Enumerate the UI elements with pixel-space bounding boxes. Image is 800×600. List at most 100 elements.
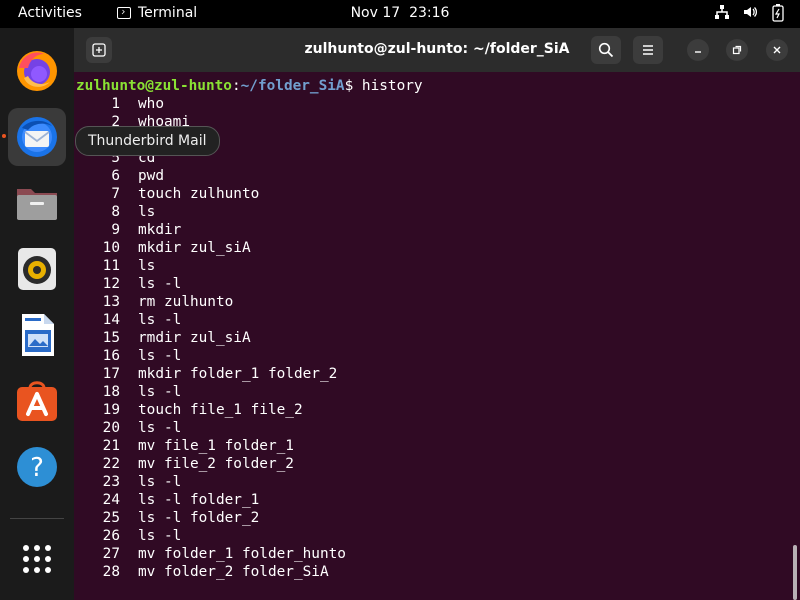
minimize-icon (695, 51, 701, 53)
app-menu[interactable]: Terminal (117, 5, 197, 21)
volume-icon (742, 4, 758, 22)
history-command: ls -l (138, 528, 182, 544)
history-command: ls -l (138, 348, 182, 364)
dock-item-help[interactable]: ? (8, 438, 66, 496)
dock-item-firefox[interactable] (8, 42, 66, 100)
history-number: 23 (102, 474, 120, 490)
svg-text:?: ? (30, 453, 44, 483)
writer-icon (22, 314, 54, 356)
dock-item-software[interactable] (8, 372, 66, 430)
history-command: pwd (138, 168, 164, 184)
dock-item-rhythmbox[interactable] (8, 240, 66, 298)
prompt-path: ~/folder_SiA (240, 78, 345, 94)
activities-button[interactable]: Activities (18, 5, 82, 21)
history-command: touch file_1 file_2 (138, 402, 303, 418)
history-number: 22 (102, 456, 120, 472)
history-number: 17 (102, 366, 120, 382)
history-number: 12 (102, 276, 120, 292)
history-command: ls -l folder_1 (138, 492, 260, 508)
history-command: rm zulhunto (138, 294, 234, 310)
history-number: 25 (102, 510, 120, 526)
history-command: ls -l (138, 420, 182, 436)
history-command: ls (138, 204, 156, 220)
hamburger-icon (643, 45, 653, 55)
software-icon (17, 381, 57, 421)
new-tab-icon (92, 43, 106, 57)
clock-button[interactable]: Nov 17 23:16 (351, 5, 450, 21)
dock: ? (0, 28, 74, 600)
app-grid-icon (23, 545, 51, 573)
history-command: who (138, 96, 164, 112)
history-number: 14 (102, 312, 120, 328)
history-command: ls -l (138, 276, 182, 292)
history-command: mkdir zul_siA (138, 240, 251, 256)
history-number: 8 (111, 204, 120, 220)
rhythmbox-icon (18, 248, 56, 290)
prompt-userhost: zulhunto@zul-hunto (76, 78, 232, 94)
restore-icon (732, 45, 742, 55)
close-button[interactable] (766, 39, 788, 61)
history-number: 28 (102, 564, 120, 580)
battery-icon (770, 4, 786, 22)
running-indicator (2, 134, 6, 138)
thunderbird-icon (17, 117, 57, 157)
firefox-icon (17, 51, 57, 91)
history-command: mv folder_2 folder_SiA (138, 564, 329, 580)
history-command: ls -l (138, 312, 182, 328)
history-command: mv file_2 folder_2 (138, 456, 294, 472)
history-number: 13 (102, 294, 120, 310)
history-number: 18 (102, 384, 120, 400)
history-command: ls -l folder_2 (138, 510, 260, 526)
menu-button[interactable] (633, 36, 663, 64)
clock-time: 23:16 (409, 5, 450, 21)
history-number: 16 (102, 348, 120, 364)
history-command: mkdir (138, 222, 182, 238)
close-icon (773, 46, 781, 54)
maximize-button[interactable] (726, 39, 748, 61)
clock-date: Nov 17 (350, 5, 401, 21)
history-number: 15 (102, 330, 120, 346)
history-number: 6 (111, 168, 120, 184)
minimize-button[interactable] (687, 39, 709, 61)
dock-separator (10, 518, 64, 519)
history-number: 7 (111, 186, 120, 202)
search-icon (598, 42, 614, 58)
new-tab-button[interactable] (86, 37, 112, 63)
window-header: zulhunto@zul-hunto: ~/folder_SiA (74, 28, 800, 72)
history-command: ls (138, 258, 156, 274)
terminal-icon (117, 7, 131, 19)
show-applications-button[interactable] (8, 530, 66, 588)
history-number: 26 (102, 528, 120, 544)
history-command: ls -l (138, 384, 182, 400)
dock-item-writer[interactable] (8, 306, 66, 364)
history-number: 9 (111, 222, 120, 238)
network-icon (714, 4, 730, 22)
history-command: mv folder_1 folder_hunto (138, 546, 346, 562)
history-number: 10 (102, 240, 120, 256)
history-number: 21 (102, 438, 120, 454)
top-bar: Activities Terminal Nov 17 23:16 (0, 0, 800, 28)
scrollbar[interactable] (793, 545, 797, 600)
dock-item-thunderbird[interactable] (2, 108, 66, 166)
prompt-line: zulhunto@zul-hunto:~/folder_SiA$ history (76, 77, 423, 95)
history-number: 19 (102, 402, 120, 418)
help-icon: ? (17, 447, 57, 487)
history-number: 11 (102, 258, 120, 274)
history-command: rmdir zul_siA (138, 330, 251, 346)
dock-item-files[interactable] (8, 174, 66, 232)
history-number: 20 (102, 420, 120, 436)
app-menu-label: Terminal (138, 5, 198, 21)
history-command: touch zulhunto (138, 186, 260, 202)
history-number: 1 (111, 96, 120, 112)
prompt-symbol: $ (344, 78, 362, 94)
search-button[interactable] (591, 36, 621, 64)
history-command: mkdir folder_1 folder_2 (138, 366, 338, 382)
system-menu[interactable] (714, 4, 786, 22)
prompt-command: history (361, 78, 423, 94)
history-command: mv file_1 folder_1 (138, 438, 294, 454)
history-command: ls -l (138, 474, 182, 490)
files-icon (17, 189, 57, 220)
history-number: 24 (102, 492, 120, 508)
prompt-separator: : (231, 78, 241, 94)
history-number: 27 (102, 546, 120, 562)
